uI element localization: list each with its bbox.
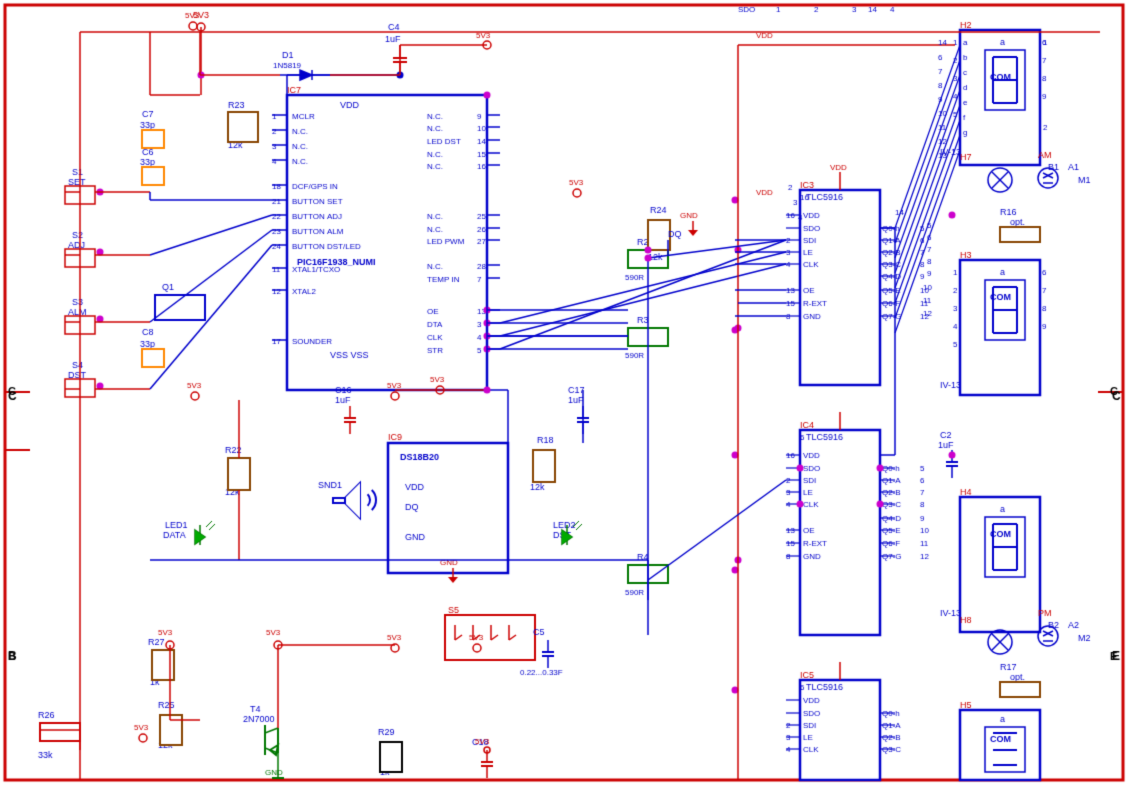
schematic-view — [0, 0, 1128, 785]
